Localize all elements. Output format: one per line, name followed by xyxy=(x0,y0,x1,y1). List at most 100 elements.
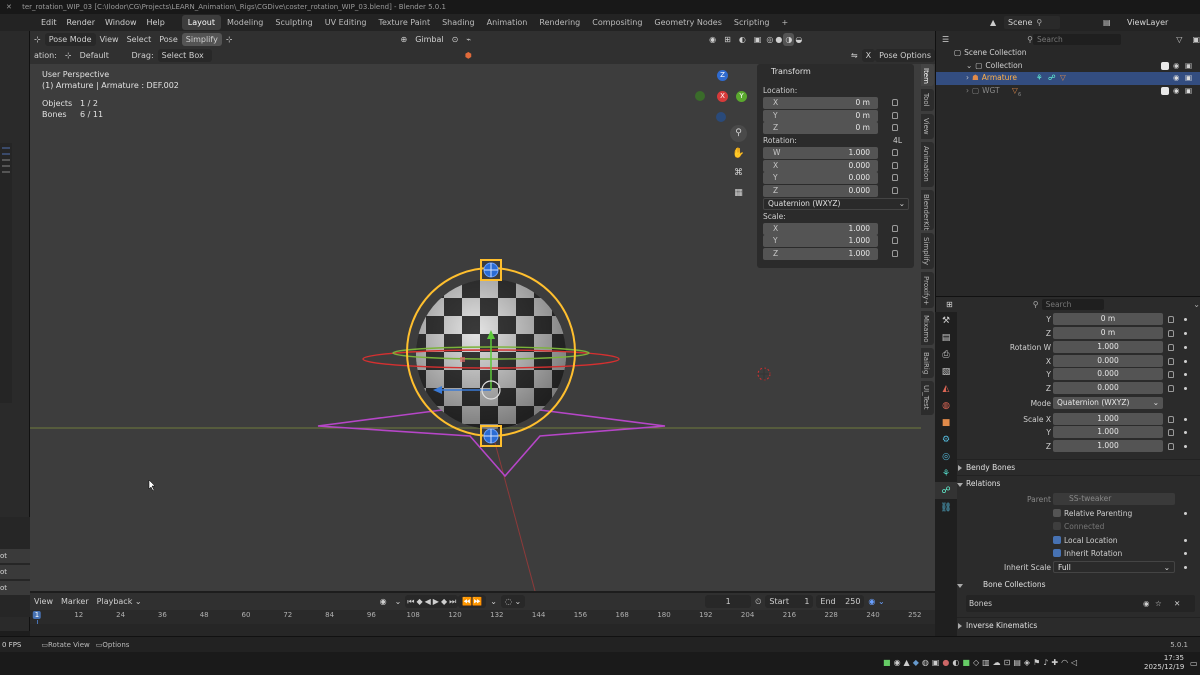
timeline-track[interactable] xyxy=(30,624,935,636)
lock-icon[interactable] xyxy=(892,237,898,244)
tray-icon[interactable]: ▥ xyxy=(982,658,990,667)
tray-icon[interactable]: ⊡ xyxy=(1004,658,1011,667)
timeline-view-menu[interactable]: View xyxy=(30,595,57,608)
location-y-field[interactable]: 0 m xyxy=(1053,313,1163,325)
eye-icon[interactable]: ◉ xyxy=(1173,85,1180,98)
timeline-ruler[interactable]: 1 12 24 36 48 60 72 84 96 108 120 132 144 156 168 180 19… xyxy=(30,610,935,636)
keyframe-dot-icon[interactable] xyxy=(1184,538,1187,542)
pivot-icon[interactable]: ⊙ xyxy=(448,33,463,46)
filter-icon[interactable]: ▽ xyxy=(1176,35,1182,44)
timeline-marker-menu[interactable]: Marker xyxy=(57,595,93,608)
eye-icon[interactable]: ◉ xyxy=(1173,60,1180,73)
scene-tab-icon[interactable]: ◭ xyxy=(935,380,957,397)
render-tab-icon[interactable]: ▤ xyxy=(935,329,957,346)
keying-options-icon[interactable]: ⌄ xyxy=(391,595,406,608)
scene-name[interactable]: Scene xyxy=(1004,16,1061,29)
workspace-tab-geometry-nodes[interactable]: Geometry Nodes xyxy=(648,15,727,30)
lock-icon[interactable] xyxy=(1168,329,1174,337)
menu-render[interactable]: Render xyxy=(62,14,100,31)
tab-bairig[interactable]: BaiRig xyxy=(921,348,934,378)
keyframe-dot-icon[interactable] xyxy=(1184,552,1187,555)
workspace-tab-shading[interactable]: Shading xyxy=(436,15,481,30)
gizmo-y-axis[interactable]: Y xyxy=(736,91,747,102)
lock-icon[interactable] xyxy=(1168,316,1174,323)
camera-icon[interactable]: ▣ xyxy=(1185,72,1192,85)
lock-icon[interactable] xyxy=(892,99,898,106)
rotation-x-field[interactable]: 0.000 xyxy=(1053,354,1163,367)
mirror-icon[interactable]: ⇋ xyxy=(847,49,862,62)
keyframe-dot-icon[interactable] xyxy=(1184,417,1187,421)
left-button-2[interactable]: ot xyxy=(0,565,30,579)
scale-z-field[interactable]: 1.000 xyxy=(1053,439,1163,452)
keyframe-dot-icon[interactable] xyxy=(1184,346,1187,349)
camera-icon[interactable]: ▣ xyxy=(1185,85,1192,98)
keyframe-dot-icon[interactable] xyxy=(1184,444,1187,448)
properties-type-icon[interactable]: ⊞ xyxy=(946,300,953,309)
physics-tab-icon[interactable]: ◎ xyxy=(935,448,957,465)
view-layer-tab-icon[interactable]: ▧ xyxy=(935,363,957,380)
timeline-filter-icon[interactable]: ◌ ⌄ xyxy=(500,595,526,608)
end-frame-field[interactable]: End 250 xyxy=(816,595,865,608)
parent-field[interactable]: SS-tweaker xyxy=(1053,493,1175,505)
left-button-3[interactable]: ot xyxy=(0,581,30,595)
workspace-tab-sculpting[interactable]: Sculpting xyxy=(269,15,318,30)
bone-constraints-tab-icon[interactable]: ⛓ xyxy=(935,499,957,516)
outliner-row-armature[interactable]: › ☗ Armature ⚘ ☍ ▽ ◉ ▣ xyxy=(936,72,1200,85)
workspace-tab-scripting[interactable]: Scripting xyxy=(728,15,776,30)
object-tab-icon[interactable]: ■ xyxy=(935,414,957,431)
lock-icon[interactable] xyxy=(892,111,898,119)
tab-proxify[interactable]: Proxify+ xyxy=(921,272,934,308)
lock-icon[interactable] xyxy=(1168,415,1174,423)
location-z-field[interactable]: Z0 m xyxy=(763,122,898,134)
pin-icon[interactable]: ⚲ xyxy=(1036,18,1042,27)
tray-icon[interactable]: ◐ xyxy=(952,658,959,667)
scale-y-field[interactable]: 1.000 xyxy=(1053,426,1163,438)
xray-icon[interactable]: ▣ xyxy=(750,33,766,46)
tray-icon[interactable]: ◈ xyxy=(1024,658,1030,667)
rotation-z-field[interactable]: 0.000 xyxy=(1053,381,1163,394)
pose-options-menu[interactable]: Pose Options xyxy=(875,49,935,62)
lock-icon[interactable] xyxy=(892,124,898,131)
notification-icon[interactable]: ▭ xyxy=(1190,659,1198,668)
chevron-down-icon[interactable]: ⌄ xyxy=(1193,300,1200,309)
output-tab-icon[interactable]: ⎙ xyxy=(935,346,957,363)
location-x-field[interactable]: X0 m xyxy=(763,97,898,109)
close-icon[interactable]: ✕ xyxy=(6,3,12,11)
lock-icon[interactable] xyxy=(1168,357,1174,365)
lock-icon[interactable] xyxy=(892,149,898,156)
mode-selector[interactable]: Pose Mode xyxy=(44,32,96,46)
rotation-y-field[interactable]: 0.000 xyxy=(1053,368,1163,380)
play-reverse-icon[interactable]: ◀ xyxy=(425,595,431,608)
start-frame-field[interactable]: Start 1 xyxy=(765,595,814,608)
local-location-checkbox[interactable] xyxy=(1053,535,1061,544)
world-tab-icon[interactable]: ◍ xyxy=(935,397,957,414)
orientation-default-selector[interactable]: Default xyxy=(76,49,128,62)
camera-icon[interactable]: ▣ xyxy=(1185,60,1192,73)
keyframe-dot-icon[interactable] xyxy=(1184,318,1187,321)
location-y-field[interactable]: Y0 m xyxy=(763,109,898,122)
location-z-field[interactable]: 0 m xyxy=(1053,326,1163,339)
tray-icon[interactable]: ☁ xyxy=(993,658,1001,667)
workspace-tab-rendering[interactable]: Rendering xyxy=(533,15,586,30)
outliner-row-collection[interactable]: ⌄ ▢ Collection ◉ ▣ xyxy=(936,60,1200,73)
ortho-grid-icon[interactable]: ▦ xyxy=(730,185,747,202)
outliner-row-scene-collection[interactable]: ▢ Scene Collection xyxy=(936,47,1200,60)
transform-header[interactable]: Transform xyxy=(757,64,914,80)
rotation-4l-toggle[interactable]: 4L xyxy=(893,135,902,147)
tool-tab-icon[interactable]: ⚒ xyxy=(935,312,957,329)
tab-blenderkit[interactable]: BlenderKit xyxy=(921,190,934,230)
sync-icon[interactable]: ⌄ xyxy=(486,595,501,608)
tab-tool[interactable]: Tool xyxy=(921,89,934,111)
tray-icon[interactable]: ● xyxy=(942,658,949,667)
view-layer-selector[interactable]: ▤ ViewLayer xyxy=(1103,15,1172,30)
gizmo-z-axis[interactable]: Z xyxy=(717,70,728,81)
keyframe-dot-icon[interactable] xyxy=(1184,386,1187,390)
tray-icon[interactable]: ▤ xyxy=(1013,658,1021,667)
lock-icon[interactable] xyxy=(1168,442,1174,450)
pose-menu[interactable]: Pose xyxy=(155,33,182,46)
scale-x-field[interactable]: X 1.000 xyxy=(763,222,898,235)
clock[interactable]: 17:35 2025/12/19 xyxy=(1144,654,1184,672)
play-icon[interactable]: ▶ xyxy=(433,595,439,608)
overlay-toggle-icon[interactable]: ◐ xyxy=(735,33,750,46)
scene-color-icon[interactable]: ⬢ xyxy=(461,49,476,62)
